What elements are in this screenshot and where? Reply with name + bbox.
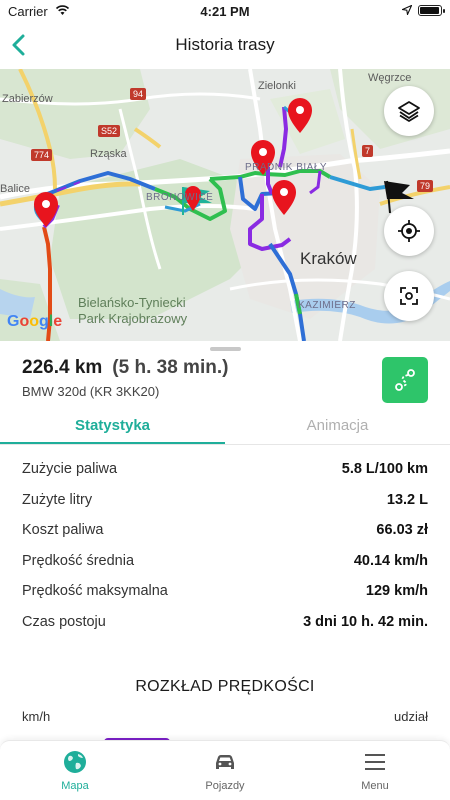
speed-unit-label: km/h: [22, 709, 51, 724]
stat-row-fuel-consumption: Zużycie paliwa 5.8 L/100 km: [22, 455, 428, 486]
trip-summary: 226.4 km (5 h. 38 min.): [22, 357, 228, 379]
stats-list: Zużycie paliwa 5.8 L/100 km Zużyte litry…: [22, 455, 428, 639]
map-label-park: Bielańsko-Tyniecki Park Krajobrazowy: [78, 295, 188, 326]
tab-statystyka[interactable]: Statystyka: [0, 408, 225, 444]
layers-icon: [398, 101, 420, 122]
bottom-tab-label: Mapa: [61, 780, 89, 792]
google-logo: Google: [7, 313, 63, 330]
stat-row-fuel-cost: Koszt paliwa 66.03 zł: [22, 516, 428, 547]
route-map[interactable]: Zabierzów Rząska Balice Zielonki Węgrzce…: [0, 69, 450, 341]
bottom-tab-mapa[interactable]: Mapa: [0, 741, 150, 800]
stat-label: Zużycie paliwa: [22, 461, 118, 477]
page-title: Historia trasy: [175, 35, 275, 54]
road-badge-7: 7: [362, 145, 374, 157]
route-icon: [395, 369, 415, 391]
fit-route-icon: [400, 287, 418, 305]
map-background: [0, 69, 450, 341]
speed-share-label: udział: [394, 709, 428, 724]
stat-value: 66.03 zł: [376, 522, 428, 539]
car-icon: [216, 755, 234, 769]
stat-row-idle-time: Czas postoju 3 dni 10 h. 42 min.: [22, 608, 428, 639]
stat-row-max-speed: Prędkość maksymalna 129 km/h: [22, 577, 428, 608]
speed-distribution-title: ROZKŁAD PRĘDKOŚCI: [135, 678, 315, 695]
map-label-zielonki: Zielonki: [258, 80, 296, 92]
status-time: 4:21 PM: [200, 4, 250, 19]
road-badge-s52: S52: [98, 125, 121, 137]
hamburger-icon: [365, 754, 385, 770]
map-label-balice: Balice: [0, 183, 30, 195]
map-label-pradnik: PRĄDNIK BIAŁY: [245, 162, 328, 173]
tab-animacja[interactable]: Animacja: [225, 408, 450, 444]
sheet-drag-handle[interactable]: [210, 347, 241, 351]
crosshair-icon: [398, 220, 420, 242]
nav-bar: Historia trasy: [0, 22, 450, 68]
bottom-tab-label: Pojazdy: [205, 780, 245, 792]
globe-icon: [64, 751, 86, 773]
stat-label: Prędkość średnia: [22, 552, 135, 569]
map-label-rzaska: Rząska: [90, 148, 127, 160]
map-label-wegrzce: Węgrzce: [368, 72, 412, 84]
road-badge-774: 774: [31, 149, 53, 161]
map-label-bronowice: BRONOWICE: [146, 192, 214, 203]
stat-value: 40.14 km/h: [353, 552, 428, 569]
stat-label: Czas postoju: [22, 613, 106, 630]
stat-row-liters-used: Zużyte litry 13.2 L: [22, 486, 428, 517]
bottom-tab-label: Menu: [361, 780, 389, 792]
trip-duration: (5 h. 38 min.): [112, 357, 229, 378]
road-badge-94: 94: [130, 88, 147, 100]
stat-row-average-speed: Prędkość średnia 40.14 km/h: [22, 547, 428, 578]
stat-value: 3 dni 10 h. 42 min.: [303, 613, 428, 630]
road-badge-79: 79: [417, 180, 434, 192]
stat-label: Koszt paliwa: [22, 522, 104, 539]
location-arrow-icon: [402, 5, 412, 15]
my-location-button[interactable]: [384, 206, 434, 256]
fit-route-button[interactable]: [384, 271, 434, 321]
map-label-krakow: Kraków: [300, 249, 357, 268]
route-button[interactable]: [382, 357, 428, 403]
bottom-tab-menu[interactable]: Menu: [300, 741, 450, 800]
stats-tabs: Statystyka Animacja: [0, 408, 450, 445]
trip-vehicle: BMW 320d (KR 3KK20): [22, 384, 160, 399]
stat-label: Prędkość maksymalna: [22, 583, 168, 600]
map-label-zabierzow: Zabierzów: [2, 93, 53, 105]
stat-value: 5.8 L/100 km: [341, 461, 428, 477]
stat-label: Zużyte litry: [22, 491, 93, 508]
bottom-tab-bar: Mapa Pojazdy Menu: [0, 740, 450, 800]
stat-value: 13.2 L: [386, 491, 428, 508]
map-label-kazimierz: KAZIMIERZ: [298, 300, 356, 311]
bottom-tab-pojazdy[interactable]: Pojazdy: [150, 741, 300, 800]
status-bar: Carrier 4:21 PM: [0, 0, 450, 22]
stat-value: 129 km/h: [365, 583, 428, 600]
battery-icon: [418, 5, 445, 16]
map-layers-button[interactable]: [384, 86, 434, 136]
trip-distance: 226.4 km: [22, 357, 103, 378]
